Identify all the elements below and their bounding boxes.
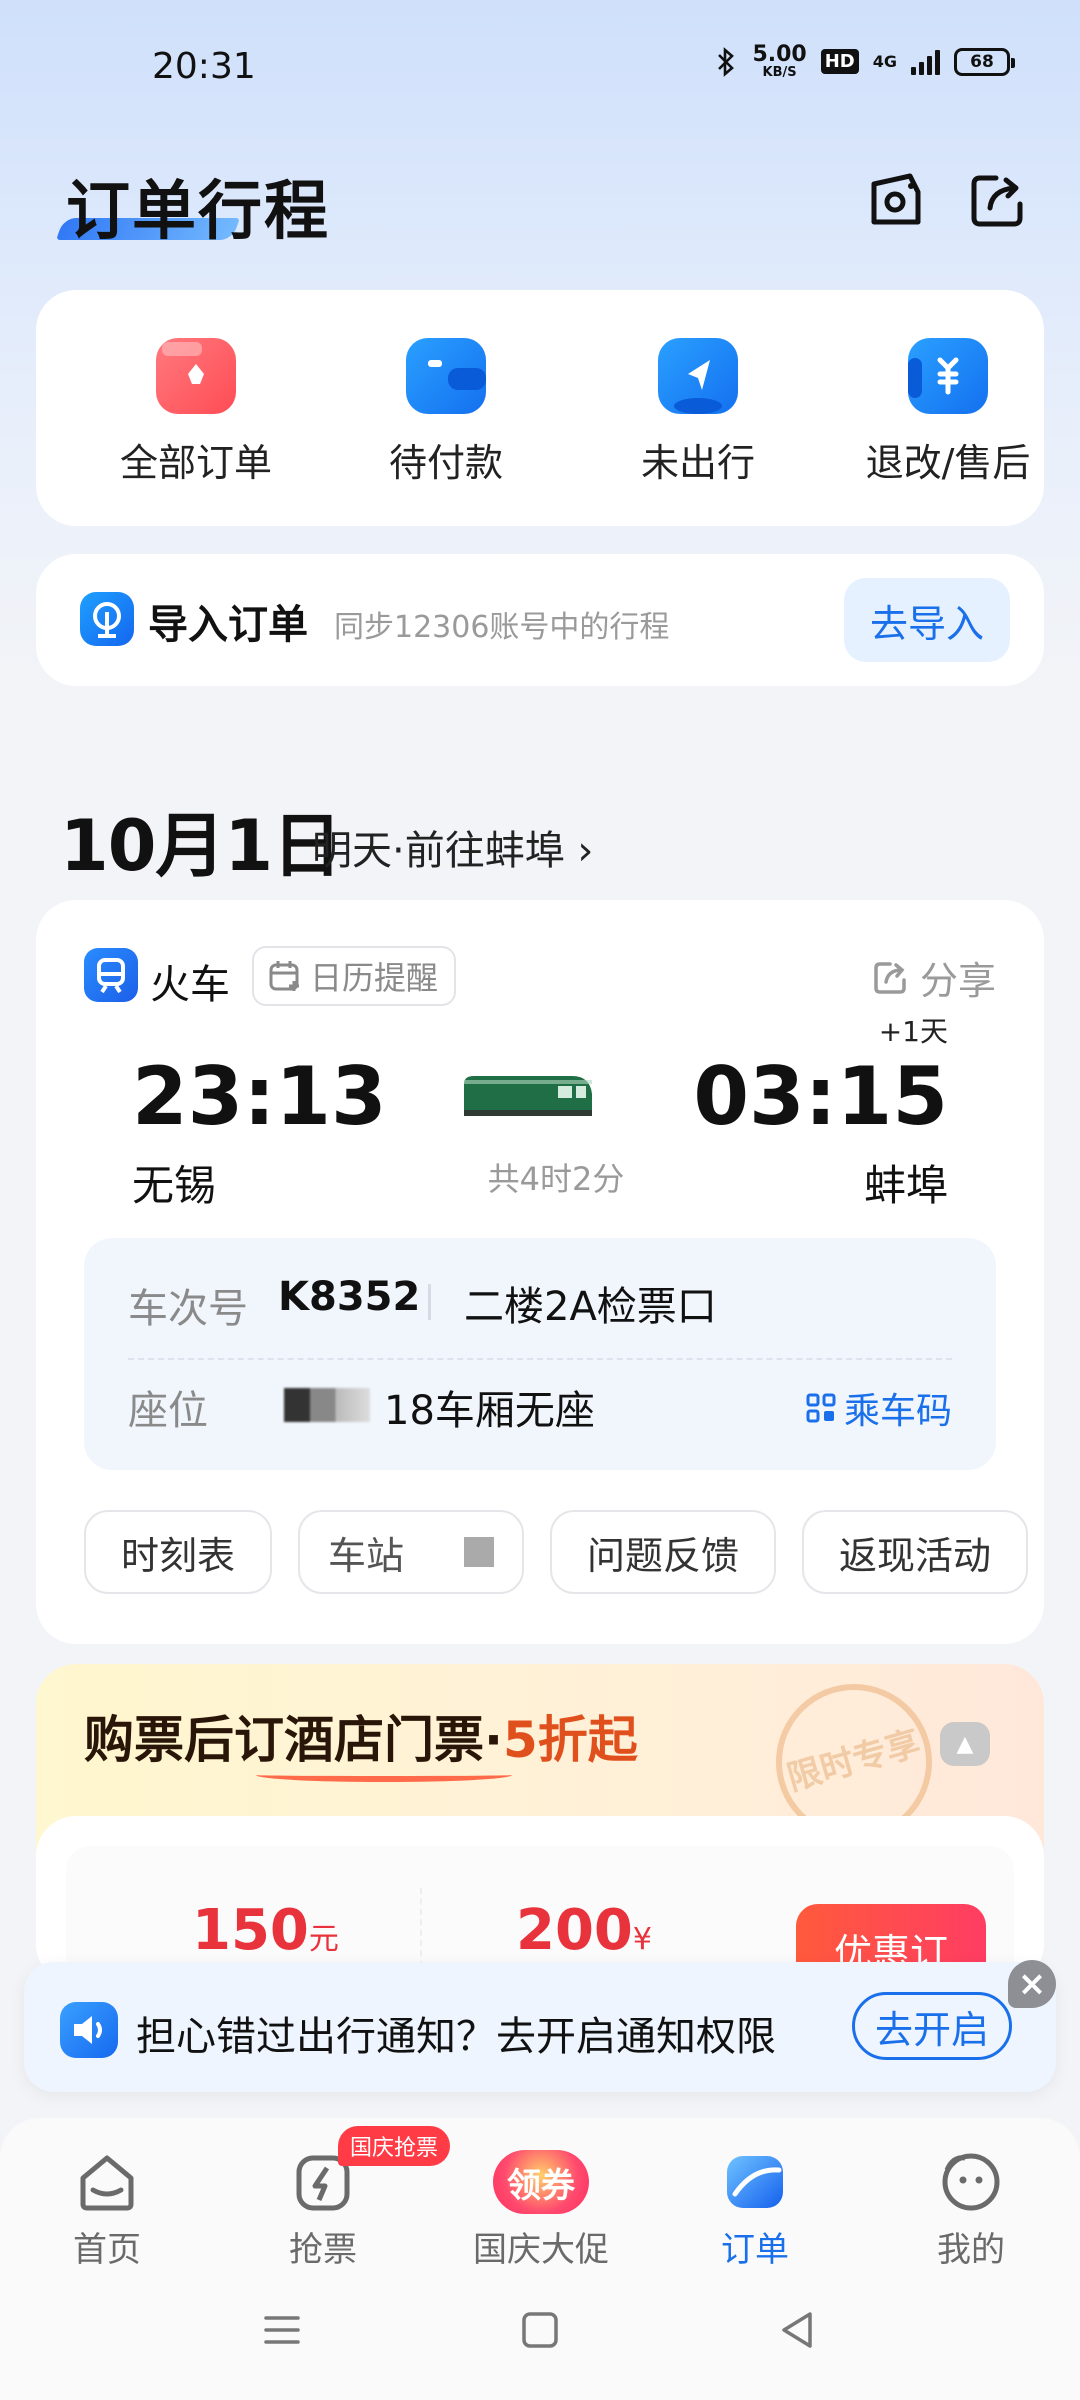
next-day-badge: +1天 [878, 1015, 948, 1048]
seat-info: 18车厢无座 [384, 1388, 595, 1434]
cashback-chip[interactable]: 返现活动 [802, 1510, 1028, 1594]
tab-home[interactable]: 首页 [32, 2150, 182, 2271]
trip-duration: 共4时2分 [487, 1160, 625, 1198]
refund-icon [908, 338, 988, 414]
send-icon [658, 338, 738, 414]
import-title: 导入订单 [148, 602, 308, 648]
calendar-icon [269, 961, 299, 991]
share-button[interactable]: 分享 [872, 950, 996, 1005]
station-chip[interactable]: 车站 [298, 1510, 524, 1594]
notification-text: 担心错过出行通知？去开启通知权限 [136, 2014, 776, 2060]
train-image [464, 1076, 592, 1116]
masked-block [464, 1537, 494, 1567]
calendar-reminder-button[interactable]: 日历提醒 [252, 946, 457, 1006]
tab-label: 国庆大促 [473, 2230, 609, 2270]
promo-coupons: 150元 200¥ 优惠订 [36, 1816, 1044, 1984]
hot-badge: 国庆抢票 [338, 2126, 451, 2166]
close-icon[interactable]: × [1008, 1960, 1056, 2008]
bluetooth-icon [718, 46, 735, 77]
qr-code-icon [806, 1393, 836, 1423]
menu-nav-icon[interactable] [252, 2300, 312, 2360]
tab-label: 我的 [937, 2230, 1005, 2270]
coupon-icon: 领券 [493, 2150, 589, 2214]
status-bar-icons: 5.00 KB/S HD 4G 68 [714, 42, 1015, 80]
profile-icon [942, 2153, 1000, 2211]
train-number: K8352 [278, 1274, 421, 1320]
tab-grab-ticket[interactable]: 抢票 [248, 2150, 398, 2271]
import-desc: 同步12306账号中的行程 [334, 610, 670, 645]
network-speed: 5.00 KB/S [752, 42, 807, 80]
depart-station: 无锡 [132, 1161, 217, 1210]
trip-destination-link[interactable]: 明天·前往蚌埠 › [312, 818, 593, 876]
import-orders-card: 导入订单 同步12306账号中的行程 去导入 [36, 554, 1044, 686]
quick-not-traveled[interactable]: 未出行 [598, 338, 798, 487]
calendar-label: 日历提醒 [310, 959, 439, 997]
wallet-icon [406, 338, 486, 414]
ticket-gate: 二楼2A检票口 [464, 1284, 717, 1330]
back-nav-icon[interactable] [768, 2300, 828, 2360]
ticket-info-box: 车次号 K8352 二楼2A检票口 座位 18车厢无座 乘车码 [84, 1238, 996, 1470]
arrive-station: 蚌埠 [863, 1161, 948, 1210]
tab-label: 首页 [73, 2230, 141, 2270]
promo-title: 购票后订酒店门票·5折起 [84, 1711, 638, 1769]
home-icon [80, 2155, 134, 2211]
hd-icon: HD [820, 49, 859, 74]
tab-label: 抢票 [289, 2230, 357, 2270]
divider [428, 1284, 431, 1320]
depart-time: 23:13 [132, 1050, 387, 1143]
hotel-promo-card[interactable]: 购票后订酒店门票·5折起 限时专享 ▲ 150元 200¥ 优惠订 [36, 1664, 1044, 1984]
orders-icon [727, 2156, 783, 2208]
customer-service-icon[interactable] [864, 170, 926, 232]
transport-type: 火车 [150, 962, 230, 1008]
quick-all-orders[interactable]: 全部订单 [96, 338, 296, 487]
ride-code-button[interactable]: 乘车码 [806, 1382, 952, 1434]
quick-label: 全部订单 [119, 441, 272, 485]
share-label: 分享 [919, 959, 996, 1003]
trip-card[interactable]: 火车 日历提醒 分享 +1天 23:13 03:15 无锡 蚌埠 共4时2分 车… [36, 900, 1044, 1644]
masked-seat-info [284, 1388, 370, 1422]
import-button[interactable]: 去导入 [844, 578, 1010, 662]
speaker-icon [60, 2002, 118, 2058]
battery-icon: 68 [954, 47, 1015, 76]
quick-refund-aftersale[interactable]: 退改/售后 [848, 338, 1048, 487]
quick-label: 未出行 [640, 441, 755, 485]
ride-code-label: 乘车码 [843, 1391, 952, 1432]
page-title: 订单行程 [66, 175, 330, 249]
notification-banner: 担心错过出行通知？去开启通知权限 去开启 [24, 1962, 1056, 2092]
timetable-chip[interactable]: 时刻表 [84, 1510, 272, 1594]
tab-profile[interactable]: 我的 [896, 2150, 1046, 2271]
dashed-divider [128, 1358, 952, 1360]
tab-orders[interactable]: 订单 [680, 2150, 830, 2271]
railway-logo-icon [80, 592, 134, 646]
share-export-icon[interactable] [966, 170, 1028, 232]
train-icon [84, 948, 138, 1002]
quick-actions-card: 全部订单 待付款 未出行 退改/售后 [36, 290, 1044, 526]
share-icon [874, 961, 906, 994]
all-orders-icon [156, 338, 236, 414]
signal-icon [911, 49, 940, 75]
network-type: 4G [872, 52, 897, 71]
trip-date: 10月1日 [60, 805, 342, 887]
quick-label: 退改/售后 [865, 441, 1031, 485]
coupon-value-1: 150元 [192, 1898, 339, 1963]
train-number-label: 车次号 [128, 1286, 248, 1332]
promo-underline [256, 1768, 512, 1782]
coupon-value-2: 200¥ [516, 1898, 652, 1963]
quick-label: 待付款 [388, 441, 503, 485]
tab-label: 订单 [721, 2230, 789, 2270]
home-nav-icon[interactable] [510, 2300, 570, 2360]
status-time: 20:31 [152, 46, 256, 87]
enable-notification-button[interactable]: 去开启 [852, 1992, 1012, 2060]
tab-national-day[interactable]: 领券 国庆大促 [466, 2150, 616, 2271]
feedback-chip[interactable]: 问题反馈 [550, 1510, 776, 1594]
arrive-time: 03:15 [693, 1050, 948, 1143]
seat-label: 座位 [128, 1388, 208, 1434]
quick-pending-payment[interactable]: 待付款 [346, 338, 546, 487]
collapse-icon[interactable]: ▲ [940, 1722, 990, 1766]
